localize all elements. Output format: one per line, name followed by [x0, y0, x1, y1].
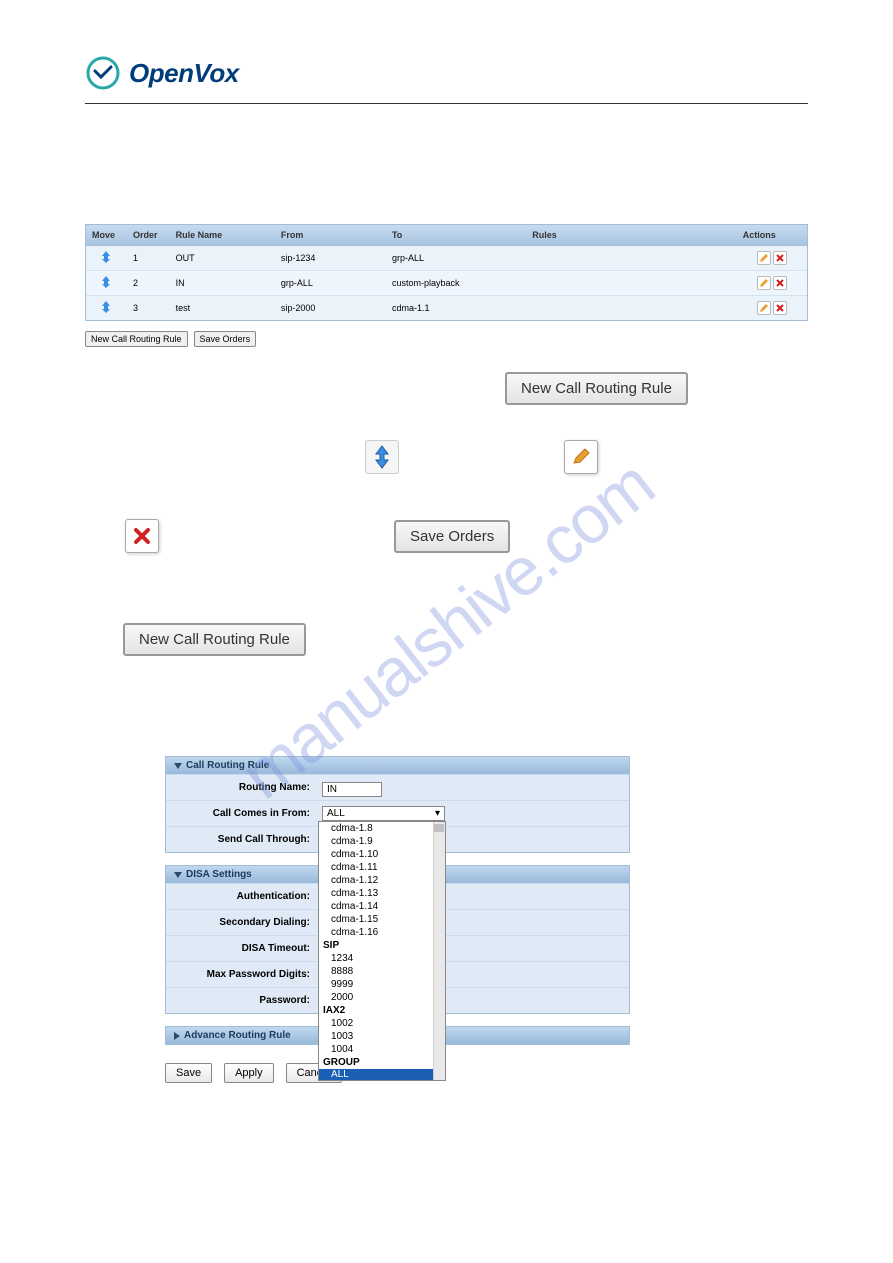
- dropdown-item[interactable]: 2000: [319, 991, 445, 1004]
- move-arrow-icon[interactable]: [100, 300, 112, 314]
- comes-from-dropdown[interactable]: cdma-1.8cdma-1.9cdma-1.10cdma-1.11cdma-1…: [318, 821, 446, 1081]
- dropdown-selected-item[interactable]: ALL: [319, 1069, 445, 1080]
- dropdown-group-group: GROUP: [319, 1056, 445, 1069]
- timeout-label: DISA Timeout:: [166, 939, 316, 958]
- save-orders-button[interactable]: Save Orders: [394, 520, 510, 553]
- edit-icon[interactable]: [757, 251, 771, 265]
- dropdown-item[interactable]: cdma-1.13: [319, 887, 445, 900]
- dropdown-item[interactable]: 1234: [319, 952, 445, 965]
- secondary-label: Secondary Dialing:: [166, 913, 316, 932]
- dropdown-item[interactable]: cdma-1.10: [319, 848, 445, 861]
- cell-order: 1: [127, 246, 170, 271]
- dropdown-item[interactable]: cdma-1.12: [319, 874, 445, 887]
- cell-to: grp-ALL: [386, 246, 526, 271]
- cell-to: cdma-1.1: [386, 296, 526, 321]
- cell-from: sip-1234: [275, 246, 386, 271]
- new-rule-small-button[interactable]: New Call Routing Rule: [85, 331, 188, 347]
- delete-icon-large[interactable]: [125, 519, 159, 553]
- dropdown-item[interactable]: cdma-1.11: [319, 861, 445, 874]
- auth-label: Authentication:: [166, 887, 316, 906]
- logo: OpenVox: [85, 55, 808, 91]
- dropdown-item[interactable]: cdma-1.9: [319, 835, 445, 848]
- cell-order: 3: [127, 296, 170, 321]
- th-to: To: [386, 225, 526, 246]
- dropdown-item[interactable]: 1003: [319, 1030, 445, 1043]
- new-call-routing-rule-button-2[interactable]: New Call Routing Rule: [123, 623, 306, 656]
- cell-to: custom-playback: [386, 271, 526, 296]
- send-through-label: Send Call Through:: [166, 830, 316, 849]
- cell-name: test: [170, 296, 275, 321]
- th-actions: Actions: [737, 225, 807, 246]
- th-move: Move: [86, 225, 127, 246]
- logo-text: OpenVox: [129, 58, 239, 89]
- collapse-icon: [174, 872, 182, 878]
- max-pw-label: Max Password Digits:: [166, 965, 316, 984]
- delete-icon[interactable]: [773, 301, 787, 315]
- comes-from-select[interactable]: ALL ▾: [322, 806, 445, 821]
- comes-from-label: Call Comes in From:: [166, 804, 316, 823]
- collapse-icon: [174, 763, 182, 769]
- dropdown-group-sip: SIP: [319, 939, 445, 952]
- save-orders-small-button[interactable]: Save Orders: [194, 331, 257, 347]
- th-rule-name: Rule Name: [170, 225, 275, 246]
- dropdown-item[interactable]: cdma-1.16: [319, 926, 445, 939]
- th-rules: Rules: [526, 225, 737, 246]
- new-call-routing-rule-button[interactable]: New Call Routing Rule: [505, 372, 688, 405]
- cell-from: grp-ALL: [275, 271, 386, 296]
- panel-title: DISA Settings: [186, 869, 252, 880]
- cell-rules: [526, 246, 737, 271]
- apply-button[interactable]: Apply: [224, 1063, 274, 1083]
- edit-icon[interactable]: [757, 301, 771, 315]
- panel-title: Call Routing Rule: [186, 760, 269, 771]
- routing-rules-table: Move Order Rule Name From To Rules Actio…: [85, 224, 808, 321]
- x-icon: [132, 526, 152, 546]
- delete-icon[interactable]: [773, 276, 787, 290]
- expand-icon: [174, 1032, 180, 1040]
- move-arrow-icon[interactable]: [100, 250, 112, 264]
- edit-icon-large[interactable]: [564, 440, 598, 474]
- page-header: OpenVox: [85, 55, 808, 104]
- table-row: 1 OUT sip-1234 grp-ALL: [86, 246, 807, 271]
- dropdown-item[interactable]: 9999: [319, 978, 445, 991]
- chevron-down-icon: ▾: [435, 808, 440, 819]
- cell-rules: [526, 296, 737, 321]
- move-arrow-icon[interactable]: [100, 275, 112, 289]
- password-label: Password:: [166, 991, 316, 1010]
- dropdown-group-iax: IAX2: [319, 1004, 445, 1017]
- delete-icon[interactable]: [773, 251, 787, 265]
- updown-arrow-icon: [371, 444, 393, 470]
- dropdown-item[interactable]: cdma-1.14: [319, 900, 445, 913]
- table-row: 3 test sip-2000 cdma-1.1: [86, 296, 807, 321]
- dropdown-item[interactable]: 8888: [319, 965, 445, 978]
- cell-order: 2: [127, 271, 170, 296]
- table-row: 2 IN grp-ALL custom-playback: [86, 271, 807, 296]
- cell-name: OUT: [170, 246, 275, 271]
- dropdown-item[interactable]: cdma-1.8: [319, 822, 445, 835]
- move-icon-large: [365, 440, 399, 474]
- dropdown-item[interactable]: cdma-1.15: [319, 913, 445, 926]
- panel-title: Advance Routing Rule: [184, 1030, 291, 1041]
- edit-icon[interactable]: [757, 276, 771, 290]
- select-value: ALL: [327, 808, 345, 819]
- th-from: From: [275, 225, 386, 246]
- dropdown-item[interactable]: 1004: [319, 1043, 445, 1056]
- logo-icon: [85, 55, 121, 91]
- th-order: Order: [127, 225, 170, 246]
- pencil-icon: [571, 447, 591, 467]
- routing-name-label: Routing Name:: [166, 778, 316, 797]
- cell-rules: [526, 271, 737, 296]
- save-button[interactable]: Save: [165, 1063, 212, 1083]
- panel-header-routing[interactable]: Call Routing Rule: [166, 757, 629, 774]
- dropdown-scrollbar[interactable]: [433, 822, 445, 1080]
- cell-from: sip-2000: [275, 296, 386, 321]
- routing-name-input[interactable]: [322, 782, 382, 797]
- cell-name: IN: [170, 271, 275, 296]
- dropdown-item[interactable]: 1002: [319, 1017, 445, 1030]
